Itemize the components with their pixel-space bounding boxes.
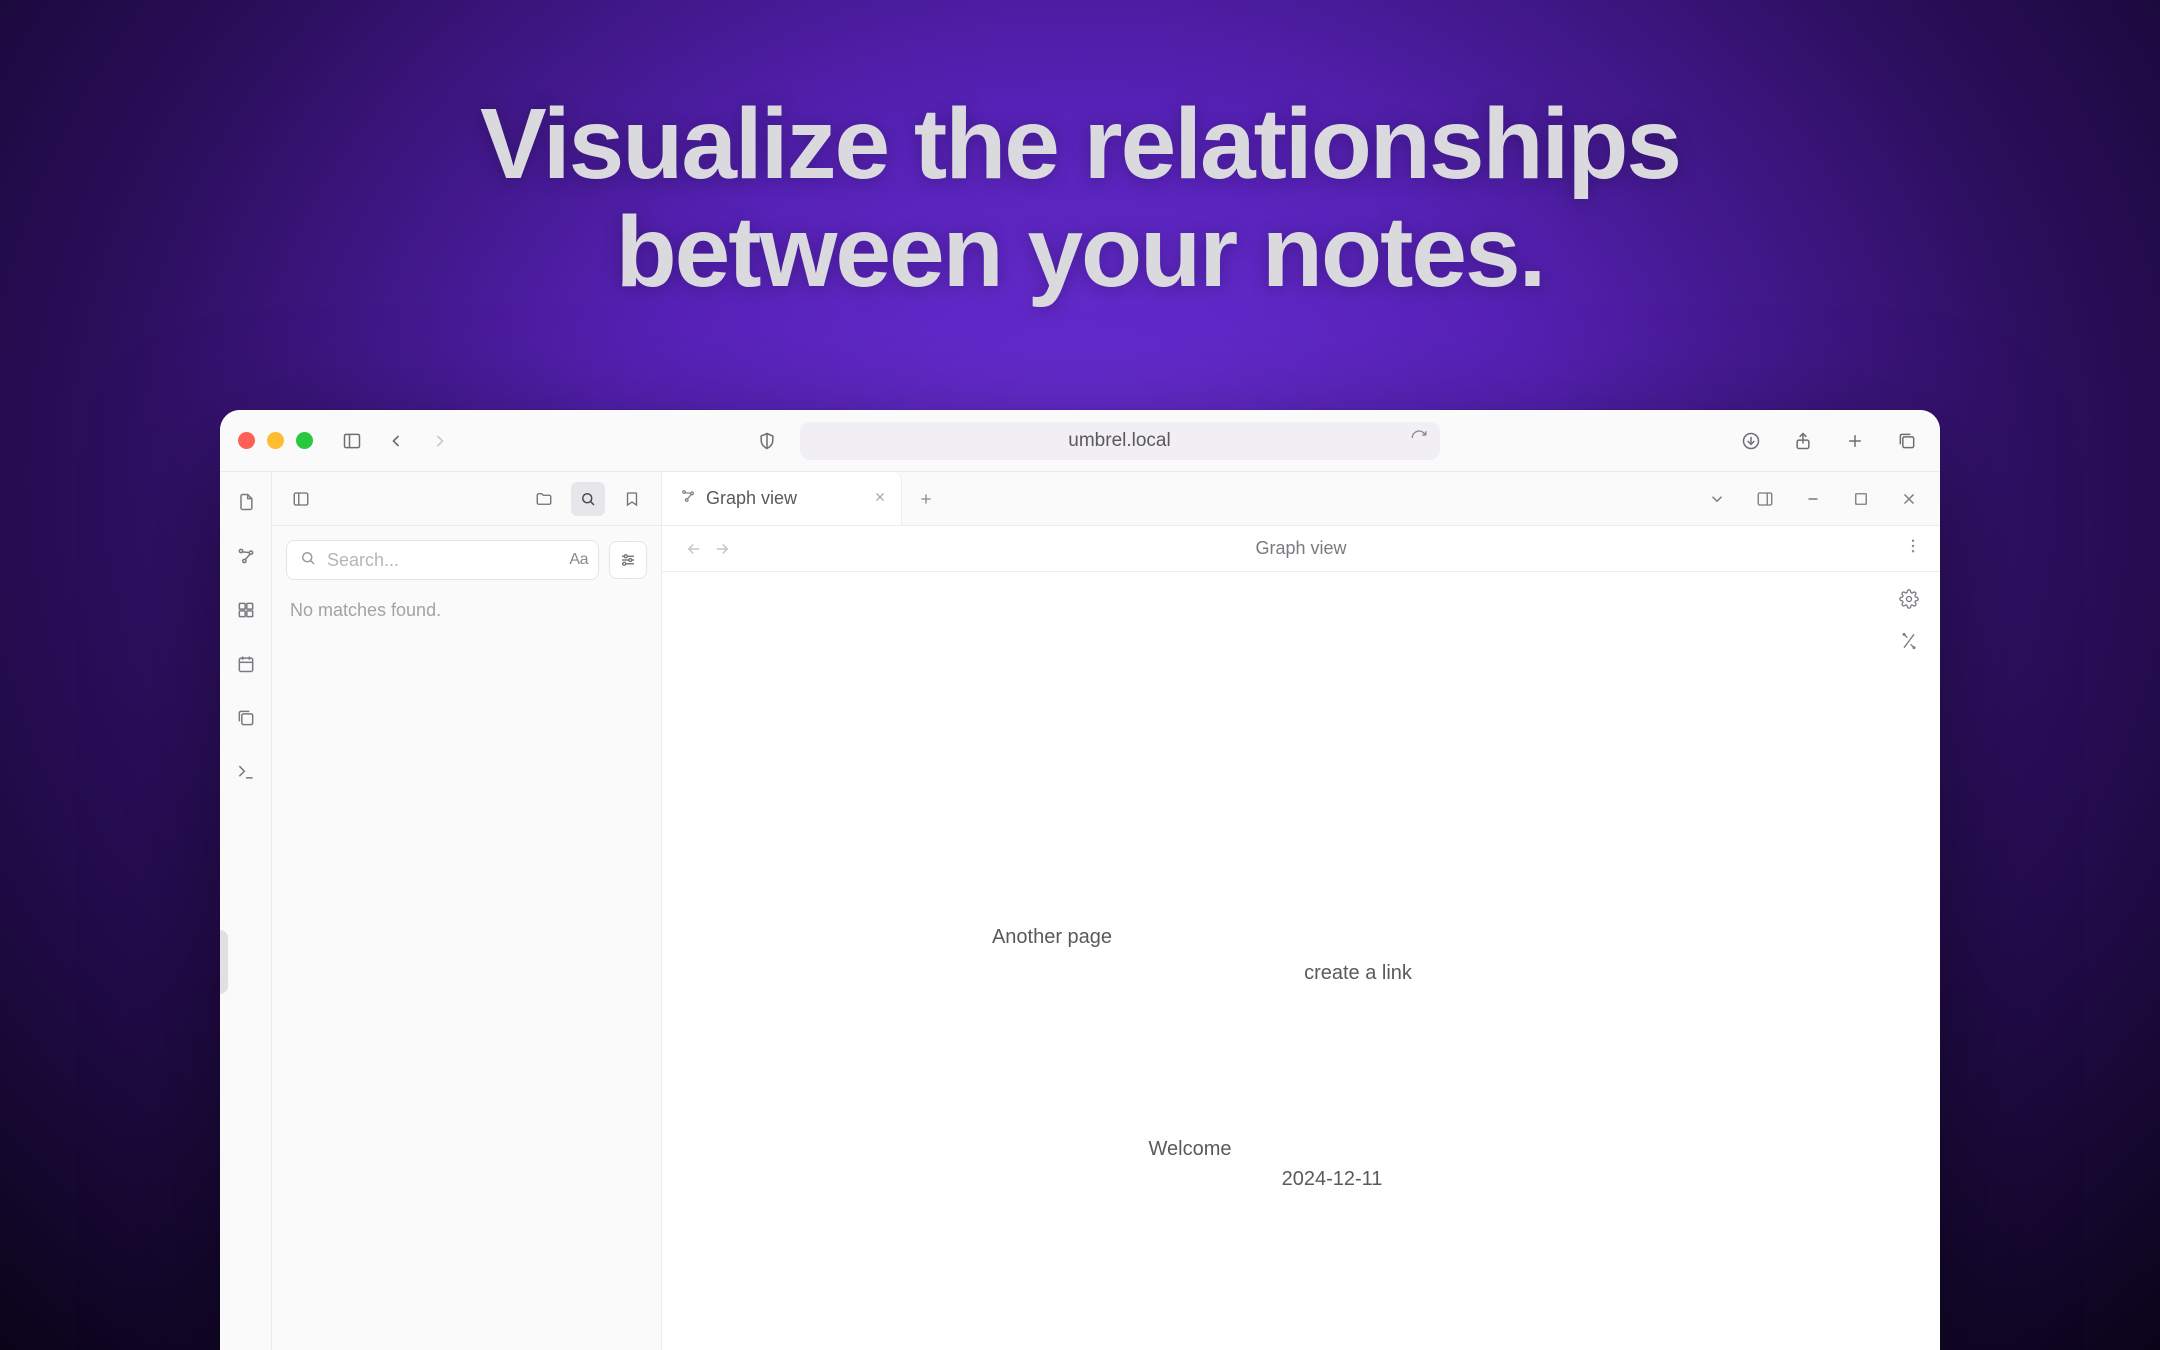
url-bar[interactable]: umbrel.local <box>800 422 1440 460</box>
tab-close-button[interactable] <box>873 488 887 509</box>
left-rail <box>220 472 272 1350</box>
app-window: umbrel.local <box>220 410 1940 1350</box>
sidebar-toggle-icon[interactable] <box>337 426 367 456</box>
new-tab-button[interactable] <box>902 472 950 525</box>
close-window-button[interactable] <box>238 432 255 449</box>
graph-node-label: 2024-12-11 <box>1282 1168 1383 1191</box>
sidebar-collapse-icon[interactable] <box>284 482 318 516</box>
graph-svg <box>662 572 962 722</box>
search-icon <box>299 549 317 572</box>
match-case-toggle[interactable]: Aa <box>569 551 588 569</box>
reload-icon[interactable] <box>1410 429 1428 453</box>
url-text: umbrel.local <box>1068 430 1170 452</box>
canvas-icon[interactable] <box>230 594 262 626</box>
share-icon[interactable] <box>1788 426 1818 456</box>
tab-graph-view[interactable]: Graph view <box>662 472 902 525</box>
window-maximize-icon[interactable] <box>1848 486 1874 512</box>
search-settings-button[interactable] <box>609 541 647 579</box>
hero-line-1: Visualize the relationships <box>0 90 2160 198</box>
view-toolbar: Graph view <box>662 526 1940 572</box>
templates-icon[interactable] <box>230 702 262 734</box>
app-body: Aa No matches found. Graph view <box>220 472 1940 1350</box>
search-empty-state: No matches found. <box>286 600 647 621</box>
files-tab-icon[interactable] <box>527 482 561 516</box>
quick-switcher-icon[interactable] <box>230 486 262 518</box>
graph-icon[interactable] <box>230 540 262 572</box>
nav-forward-button[interactable] <box>425 426 455 456</box>
graph-node-label: create a link <box>1304 962 1412 985</box>
view-title: Graph view <box>1255 538 1346 559</box>
sidebar-tabs <box>272 472 661 526</box>
downloads-icon[interactable] <box>1736 426 1766 456</box>
new-tab-icon[interactable] <box>1840 426 1870 456</box>
sidebar: Aa No matches found. <box>272 472 662 1350</box>
tab-bar: Graph view <box>662 472 1940 526</box>
sidebar-resize-handle[interactable] <box>220 930 228 994</box>
hero-headline: Visualize the relationships between your… <box>0 0 2160 306</box>
window-close-icon[interactable] <box>1896 486 1922 512</box>
minimize-window-button[interactable] <box>267 432 284 449</box>
graph-filters-icon[interactable] <box>1896 628 1922 654</box>
search-tab-icon[interactable] <box>571 482 605 516</box>
graph-settings-icon[interactable] <box>1896 586 1922 612</box>
tab-list-dropdown[interactable] <box>1704 486 1730 512</box>
main-pane: Graph view Gr <box>662 472 1940 1350</box>
graph-node-label: Another page <box>992 926 1112 949</box>
graph-node-label: Welcome <box>1149 1138 1232 1161</box>
search-field[interactable]: Aa <box>286 540 599 580</box>
browser-chrome: umbrel.local <box>220 410 1940 472</box>
search-input[interactable] <box>327 550 559 571</box>
view-more-button[interactable] <box>1904 537 1922 560</box>
history-forward-button[interactable] <box>708 535 736 563</box>
right-sidebar-toggle-icon[interactable] <box>1752 486 1778 512</box>
daily-note-icon[interactable] <box>230 648 262 680</box>
command-palette-icon[interactable] <box>230 756 262 788</box>
window-minimize-icon[interactable] <box>1800 486 1826 512</box>
history-back-button[interactable] <box>680 535 708 563</box>
bookmarks-tab-icon[interactable] <box>615 482 649 516</box>
hero-line-2: between your notes. <box>0 198 2160 306</box>
zoom-window-button[interactable] <box>296 432 313 449</box>
nav-back-button[interactable] <box>381 426 411 456</box>
tab-label: Graph view <box>706 488 797 509</box>
window-controls <box>238 432 313 449</box>
graph-canvas[interactable]: Another page create a link Welcome 2024-12-… <box>662 572 1940 1350</box>
privacy-shield-icon[interactable] <box>752 426 782 456</box>
tab-overview-icon[interactable] <box>1892 426 1922 456</box>
graph-view-icon <box>680 488 696 509</box>
